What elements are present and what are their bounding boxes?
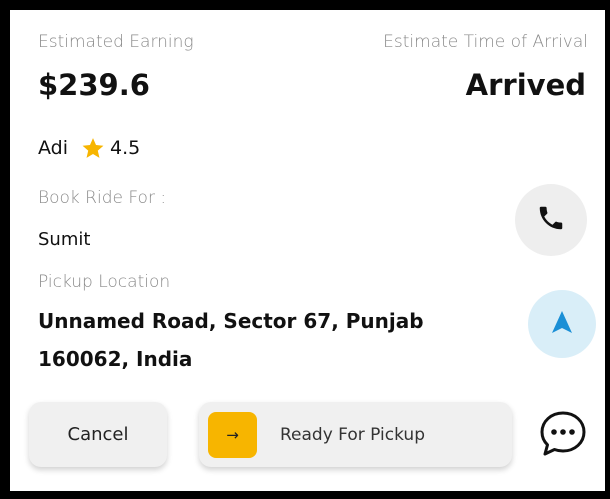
phone-icon <box>536 203 566 237</box>
navigate-button[interactable] <box>528 290 596 358</box>
chat-button[interactable] <box>535 408 591 464</box>
arrival-status: Arrived <box>465 68 586 102</box>
arrow-right-icon: → <box>208 411 257 458</box>
driver-name: Adi <box>38 136 69 159</box>
driver-rating: 4.5 <box>110 136 141 159</box>
navigation-arrow-icon <box>550 309 574 339</box>
ride-card: Estimated Earning Estimate Time of Arriv… <box>10 10 605 491</box>
chat-bubble-icon <box>537 408 589 464</box>
call-button[interactable] <box>515 184 587 256</box>
ready-for-pickup-label: Ready For Pickup <box>280 424 425 445</box>
driver-info: Adi 4.5 <box>38 130 140 165</box>
ready-for-pickup-button[interactable]: → Ready For Pickup <box>199 402 512 467</box>
earning-amount: $239.6 <box>38 68 150 102</box>
eta-label: Estimate Time of Arrival <box>383 32 588 52</box>
book-ride-for-label: Book Ride For : <box>38 188 167 208</box>
pickup-address: Unnamed Road, Sector 67, Punjab 160062, … <box>38 309 424 371</box>
cancel-button[interactable]: Cancel <box>29 402 167 467</box>
pickup-location-label: Pickup Location <box>38 272 171 292</box>
book-ride-for-name: Sumit <box>38 229 91 250</box>
estimated-earning-label: Estimated Earning <box>38 32 194 52</box>
star-icon <box>80 136 106 165</box>
